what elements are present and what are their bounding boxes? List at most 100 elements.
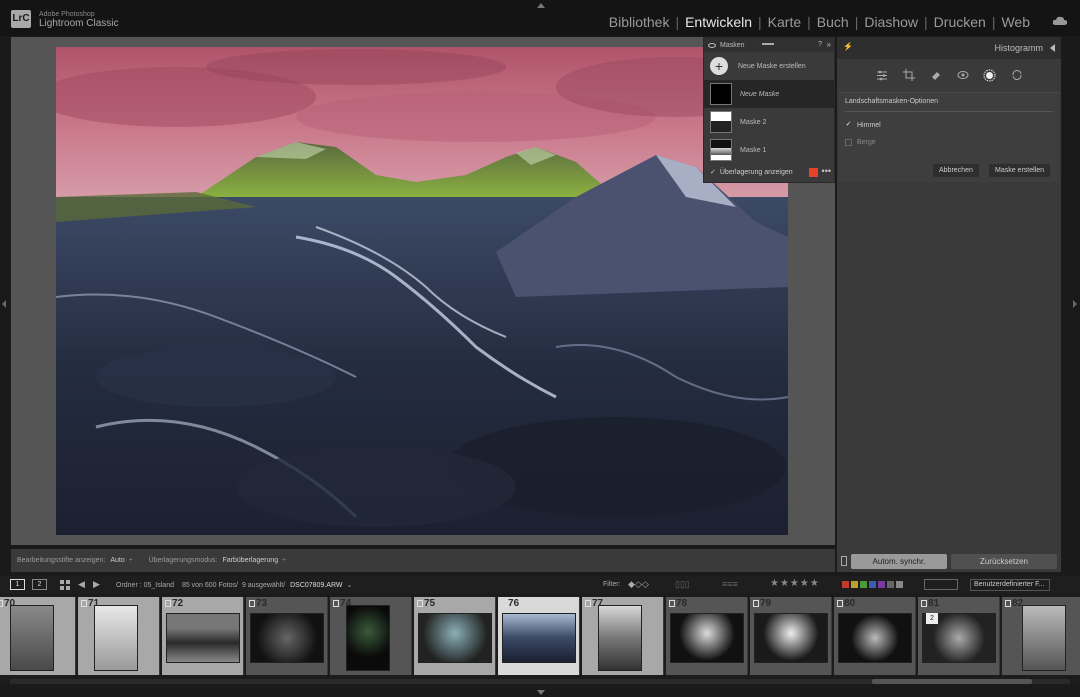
filmstrip-cell[interactable]: 81 2 xyxy=(918,597,1000,675)
photo-thumbnail[interactable] xyxy=(250,613,324,663)
filmstrip-cell[interactable]: 76 xyxy=(498,597,580,675)
module-diashow[interactable]: Diashow xyxy=(858,14,924,30)
photo-thumbnail[interactable] xyxy=(418,613,492,663)
module-karte[interactable]: Karte xyxy=(762,14,807,30)
flag-icon[interactable] xyxy=(81,600,87,607)
folder-label[interactable]: Ordner : 05_Island xyxy=(116,582,174,589)
masking-icon[interactable] xyxy=(982,68,997,83)
flag-icon[interactable] xyxy=(837,600,843,607)
drag-handle-icon[interactable] xyxy=(762,43,774,45)
filmstrip-cell[interactable]: 72 xyxy=(162,597,244,675)
help-icon[interactable]: ? xyxy=(818,41,822,48)
sort-filter-icon[interactable]: ≡≡≡ xyxy=(722,579,738,589)
filmstrip-cell[interactable]: 78 xyxy=(666,597,748,675)
show-overlay-checkbox[interactable]: ✓ Überlagerung anzeigen ••• xyxy=(704,162,834,182)
photo-thumbnail[interactable] xyxy=(10,605,54,671)
auto-sync-button[interactable]: Autom. synchr. xyxy=(851,554,947,569)
color-label-green[interactable] xyxy=(860,581,867,588)
more-options-icon[interactable]: ••• xyxy=(822,166,831,176)
expand-histogram-icon[interactable] xyxy=(1050,44,1055,52)
color-label-red[interactable] xyxy=(842,581,849,588)
bottom-panel-toggle-icon[interactable] xyxy=(537,690,545,695)
flag-icon[interactable] xyxy=(417,600,423,607)
color-label-none[interactable] xyxy=(896,581,903,588)
photo-thumbnail[interactable] xyxy=(1022,605,1066,671)
eye-icon[interactable] xyxy=(708,42,716,48)
mountains-checkbox[interactable]: Berge xyxy=(845,139,876,146)
grid-icon[interactable] xyxy=(60,580,70,590)
edit-filter-icon[interactable]: ▯▯▯ xyxy=(675,579,690,590)
create-mask-button[interactable]: Maske erstellen xyxy=(989,164,1051,177)
sync-toggle-icon[interactable] xyxy=(841,556,847,566)
flag-filter-icon[interactable]: ◆◇◇ xyxy=(628,579,649,590)
current-file[interactable]: DSC07809.ARW xyxy=(290,582,342,589)
lightning-icon[interactable]: ⚡ xyxy=(843,42,853,51)
color-label-other[interactable] xyxy=(887,581,894,588)
new-mask-button[interactable]: + Neue Maske erstellen xyxy=(704,52,834,80)
photo-thumbnail[interactable] xyxy=(670,613,744,663)
filmstrip-cell[interactable]: 74 xyxy=(330,597,412,675)
mask-item-maske-2[interactable]: Maske 2 xyxy=(704,108,834,136)
flag-icon[interactable] xyxy=(333,600,339,607)
flag-icon[interactable] xyxy=(585,600,591,607)
top-panel-toggle-icon[interactable] xyxy=(537,3,545,8)
collapse-icon[interactable]: » xyxy=(827,40,831,49)
filmstrip-cell[interactable]: 70 xyxy=(0,597,76,675)
photo-thumbnail[interactable] xyxy=(598,605,642,671)
color-label-blue[interactable] xyxy=(869,581,876,588)
color-label-yellow[interactable] xyxy=(851,581,858,588)
filmstrip-scrollbar[interactable] xyxy=(872,679,1032,684)
reset-icon[interactable] xyxy=(1009,68,1024,83)
reset-button[interactable]: Zurücksetzen xyxy=(951,554,1057,569)
overlay-color-swatch[interactable] xyxy=(809,168,818,177)
module-drucken[interactable]: Drucken xyxy=(928,14,992,30)
filmstrip-cell[interactable]: 79 xyxy=(750,597,832,675)
photo-thumbnail[interactable] xyxy=(838,613,912,663)
overlay-mode-select[interactable]: Farbüberlagerung xyxy=(222,557,278,564)
filter-preset-select[interactable]: Benutzerdefinierter F... xyxy=(970,579,1050,591)
crop-icon[interactable] xyxy=(901,68,916,83)
photo-thumbnail[interactable] xyxy=(502,613,576,663)
photo-thumbnail[interactable] xyxy=(754,613,828,663)
filmstrip-cell[interactable]: 77 xyxy=(582,597,664,675)
photo-thumbnail[interactable] xyxy=(346,605,390,671)
page-1-button[interactable]: 1 xyxy=(10,579,25,590)
module-buch[interactable]: Buch xyxy=(811,14,855,30)
color-label-purple[interactable] xyxy=(878,581,885,588)
filmstrip-cell[interactable]: 80 xyxy=(834,597,916,675)
flag-icon[interactable] xyxy=(501,600,507,607)
flag-icon[interactable] xyxy=(753,600,759,607)
photo-thumbnail[interactable] xyxy=(166,613,240,663)
filmstrip-cell[interactable]: 82 xyxy=(1002,597,1080,675)
module-entwickeln[interactable]: Entwickeln xyxy=(679,14,758,30)
cloud-sync-icon[interactable] xyxy=(1052,16,1068,26)
photo-thumbnail[interactable] xyxy=(94,605,138,671)
masks-panel-header[interactable]: Masken ? » xyxy=(704,38,834,52)
filmstrip-cell[interactable]: 71 xyxy=(78,597,160,675)
sky-checkbox[interactable]: ✓ Himmel xyxy=(845,121,881,129)
page-2-button[interactable]: 2 xyxy=(32,579,47,590)
filmstrip-cell[interactable]: 75 xyxy=(414,597,496,675)
eraser-icon[interactable] xyxy=(928,68,943,83)
flag-icon[interactable] xyxy=(1005,600,1011,607)
edit-pins-select[interactable]: Auto xyxy=(110,557,124,564)
left-panel-toggle-icon[interactable] xyxy=(2,300,6,308)
module-bibliothek[interactable]: Bibliothek xyxy=(603,14,676,30)
main-photo[interactable] xyxy=(56,47,788,535)
mask-item-maske-1[interactable]: Maske 1 xyxy=(704,136,834,164)
cancel-button[interactable]: Abbrechen xyxy=(933,164,979,177)
filmstrip-cell[interactable]: 73 xyxy=(246,597,328,675)
right-panel-toggle-icon[interactable] xyxy=(1073,300,1077,308)
flag-icon[interactable] xyxy=(165,600,171,607)
redeye-icon[interactable] xyxy=(955,68,970,83)
histogram-header[interactable]: ⚡ Histogramm xyxy=(837,37,1061,59)
flag-icon[interactable] xyxy=(0,600,3,607)
mask-item-neue-maske[interactable]: Neue Maske xyxy=(704,80,834,108)
flag-icon[interactable] xyxy=(249,600,255,607)
rating-filter[interactable]: ★★★★★ xyxy=(770,578,820,589)
flag-icon[interactable] xyxy=(669,600,675,607)
flag-icon[interactable] xyxy=(921,600,927,607)
module-web[interactable]: Web xyxy=(995,14,1036,30)
back-arrow-icon[interactable]: ◀ xyxy=(78,579,85,590)
stack-count-badge[interactable]: 2 xyxy=(926,613,938,624)
